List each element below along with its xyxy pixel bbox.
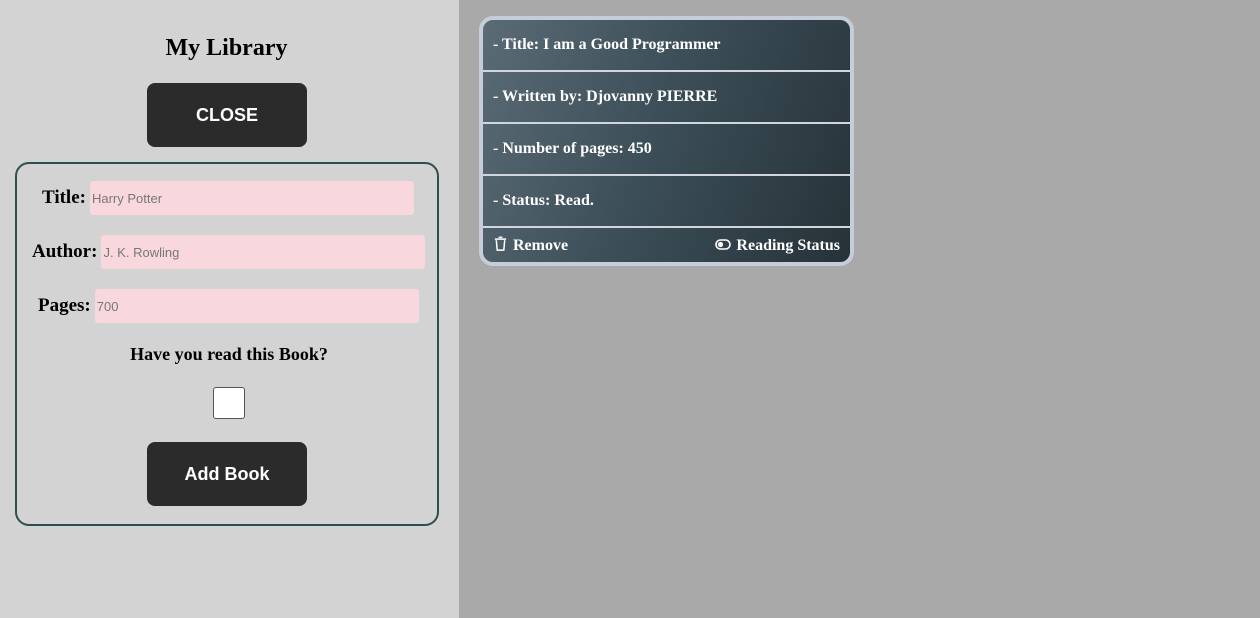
pages-label: Pages: [38, 295, 91, 316]
author-label: Author: [32, 241, 98, 262]
author-row: Author: [32, 235, 426, 269]
title-row: Title: [42, 181, 414, 215]
pages-input[interactable] [94, 289, 419, 323]
close-button[interactable]: CLOSE [147, 83, 307, 147]
toggle-icon [715, 237, 736, 255]
remove-label: Remove [513, 237, 569, 254]
reading-status-toggle[interactable]: Reading Status [715, 237, 840, 255]
app-title: My Library [165, 35, 288, 61]
trash-icon [493, 236, 513, 256]
title-input[interactable] [89, 181, 414, 215]
title-label: Title: [42, 187, 86, 208]
book-status: - Status: Read. [483, 176, 850, 228]
book-title: - Title: I am a Good Programmer [483, 20, 850, 72]
remove-button[interactable]: Remove [493, 236, 568, 256]
pages-row: Pages: [38, 289, 419, 323]
read-checkbox[interactable] [213, 387, 245, 419]
sidebar: My Library CLOSE Title: Author: Pages: H… [0, 0, 459, 618]
book-pages: - Number of pages: 450 [483, 124, 850, 176]
add-book-form: Title: Author: Pages: Have you read this… [15, 162, 439, 526]
reading-status-label: Reading Status [736, 237, 840, 254]
add-book-button[interactable]: Add Book [147, 442, 307, 506]
book-card: - Title: I am a Good Programmer - Writte… [479, 16, 854, 266]
read-question: Have you read this Book? [130, 344, 328, 364]
author-input[interactable] [101, 235, 426, 269]
book-author: - Written by: Djovanny PIERRE [483, 72, 850, 124]
book-actions: Remove Reading Status [483, 228, 850, 262]
